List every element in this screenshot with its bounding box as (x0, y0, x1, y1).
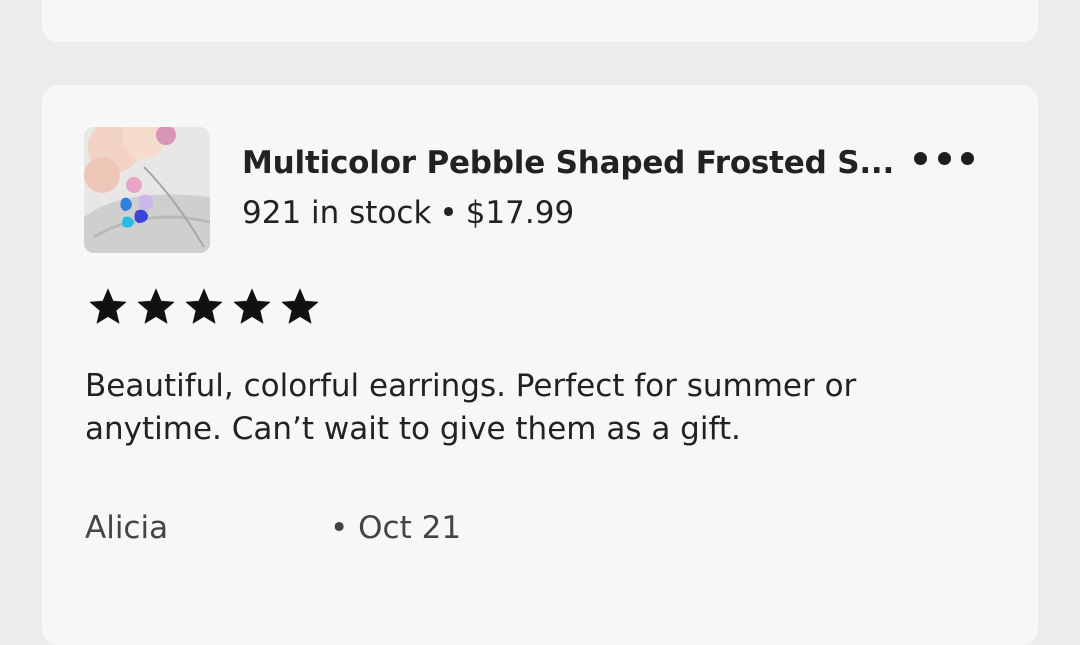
star-icon (89, 288, 127, 324)
review-date: • Oct 21 (330, 510, 462, 546)
more-horizontal-icon-dot (937, 151, 951, 165)
star-icon (137, 288, 175, 324)
star-icon (185, 288, 223, 324)
stock-count: 921 in stock (242, 195, 432, 231)
product-price: $17.99 (465, 195, 575, 231)
previous-card (42, 0, 1038, 42)
star-rating (86, 285, 322, 329)
review-card: Multicolor Pebble Shaped Frosted S... 92… (42, 85, 1038, 645)
more-horizontal-icon-dot (961, 151, 974, 165)
reviewer-name[interactable]: Alicia (85, 510, 168, 546)
star-icon (233, 288, 271, 324)
more-horizontal-icon-dot (914, 151, 927, 165)
more-options-button[interactable] (914, 143, 974, 173)
earrings-photo-icon (84, 127, 210, 253)
product-title[interactable]: Multicolor Pebble Shaped Frosted S... (242, 145, 894, 181)
meta-separator: • (439, 195, 458, 231)
review-text: Beautiful, colorful earrings. Perfect fo… (85, 368, 857, 447)
product-meta: 921 in stock • $17.99 (242, 195, 574, 231)
product-thumbnail[interactable] (84, 127, 210, 253)
star-icon (281, 288, 319, 324)
